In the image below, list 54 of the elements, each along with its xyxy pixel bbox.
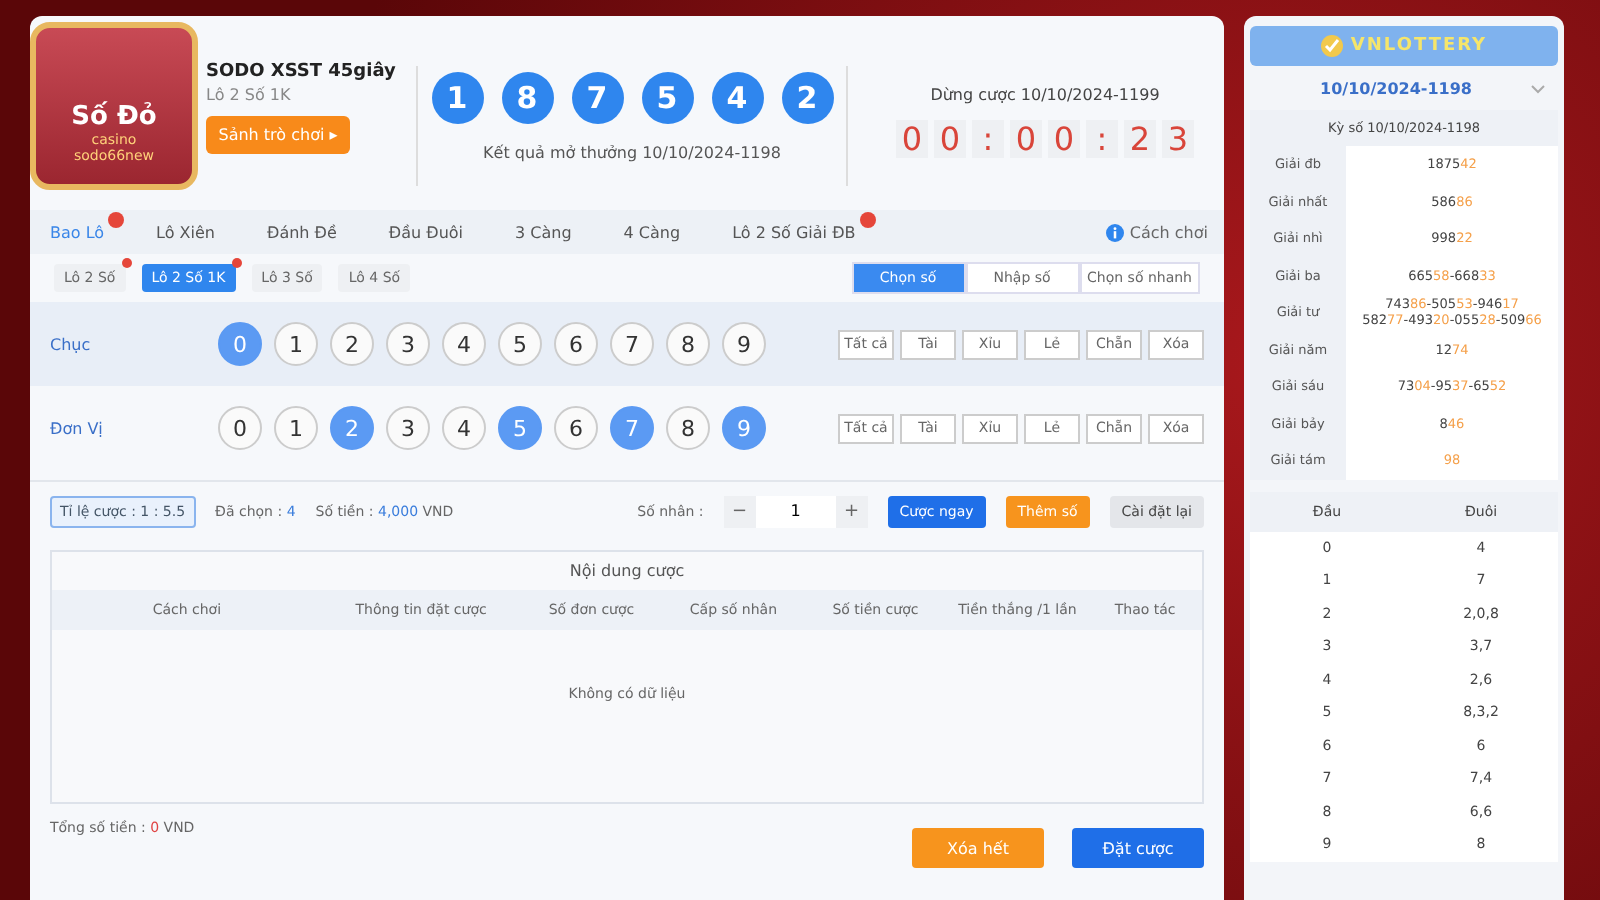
multiplier-input[interactable]: 1 (755, 495, 836, 527)
footer-button[interactable]: Đặt cược (1072, 828, 1204, 868)
countdown-digit: 0 (896, 120, 928, 158)
game-tab[interactable]: 4 Càng (619, 223, 685, 241)
table-title: Nội dung cược (567, 560, 687, 584)
result-ball: 7 (571, 72, 623, 124)
number-ball[interactable]: 6 (554, 322, 598, 366)
game-subtitle: Lô 2 Số 1K (206, 86, 293, 104)
number-ball[interactable]: 3 (386, 322, 430, 366)
number-ball[interactable]: 6 (554, 406, 598, 450)
result-ball: 2 (781, 72, 833, 124)
number-ball[interactable]: 3 (386, 406, 430, 450)
logo-text: VNLOTTERY (1350, 36, 1488, 56)
game-tab[interactable]: Lô Xiên (152, 223, 219, 241)
row-label: Chục (50, 335, 93, 353)
info-icon (1105, 223, 1124, 241)
game-tab[interactable]: 3 Càng (511, 223, 576, 241)
number-ball[interactable]: 4 (442, 322, 486, 366)
result-ball: 8 (501, 72, 553, 124)
number-ball[interactable]: 7 (610, 322, 654, 366)
number-ball[interactable]: 8 (666, 406, 710, 450)
number-ball[interactable]: 1 (274, 406, 318, 450)
countdown-label: Dừng cược 10/10/2024-1199 (930, 86, 1160, 104)
row-label: Đơn Vị (50, 419, 105, 437)
number-ball[interactable]: 5 (498, 322, 542, 366)
number-ball[interactable]: 8 (666, 322, 710, 366)
result-ball: 4 (711, 72, 763, 124)
chevron-down-icon (1530, 83, 1546, 93)
countdown-digit: : (972, 120, 1004, 158)
game-tab[interactable]: Đầu Đuôi (384, 223, 468, 241)
result-caption: Kết quả mở thưởng 10/10/2024-1198 (483, 144, 781, 162)
game-tab[interactable]: Đánh Đề (263, 223, 341, 241)
countdown-digit: 3 (1162, 120, 1194, 158)
game-tab[interactable]: Lô 2 Số Giải ĐB (728, 223, 860, 241)
decrease-button[interactable]: − (723, 495, 756, 527)
countdown-digit: 0 (1010, 120, 1042, 158)
countdown-digit: 0 (934, 120, 966, 158)
increase-button[interactable]: + (835, 495, 868, 527)
countdown-digit: : (1086, 120, 1118, 158)
check-icon (1320, 34, 1345, 58)
number-ball[interactable]: 4 (442, 406, 486, 450)
logo-brand: Số Đỏ (71, 102, 157, 132)
result-ball: 5 (641, 72, 693, 124)
game-tab[interactable]: Bao Lô (46, 223, 109, 241)
draw-selector[interactable]: 10/10/2024-1198 (1250, 66, 1558, 110)
result-ball: 1 (431, 72, 483, 124)
number-ball[interactable]: 2 (330, 322, 374, 366)
number-ball[interactable]: 0 (218, 406, 262, 450)
countdown-digit: 0 (1048, 120, 1080, 158)
countdown-digit: 2 (1124, 120, 1156, 158)
number-ball[interactable]: 1 (274, 322, 318, 366)
game-title: SODO XSST 45giây (206, 62, 398, 82)
number-ball[interactable]: 9 (722, 322, 766, 366)
how-to-play-link[interactable]: Cách chơi (1129, 223, 1208, 241)
